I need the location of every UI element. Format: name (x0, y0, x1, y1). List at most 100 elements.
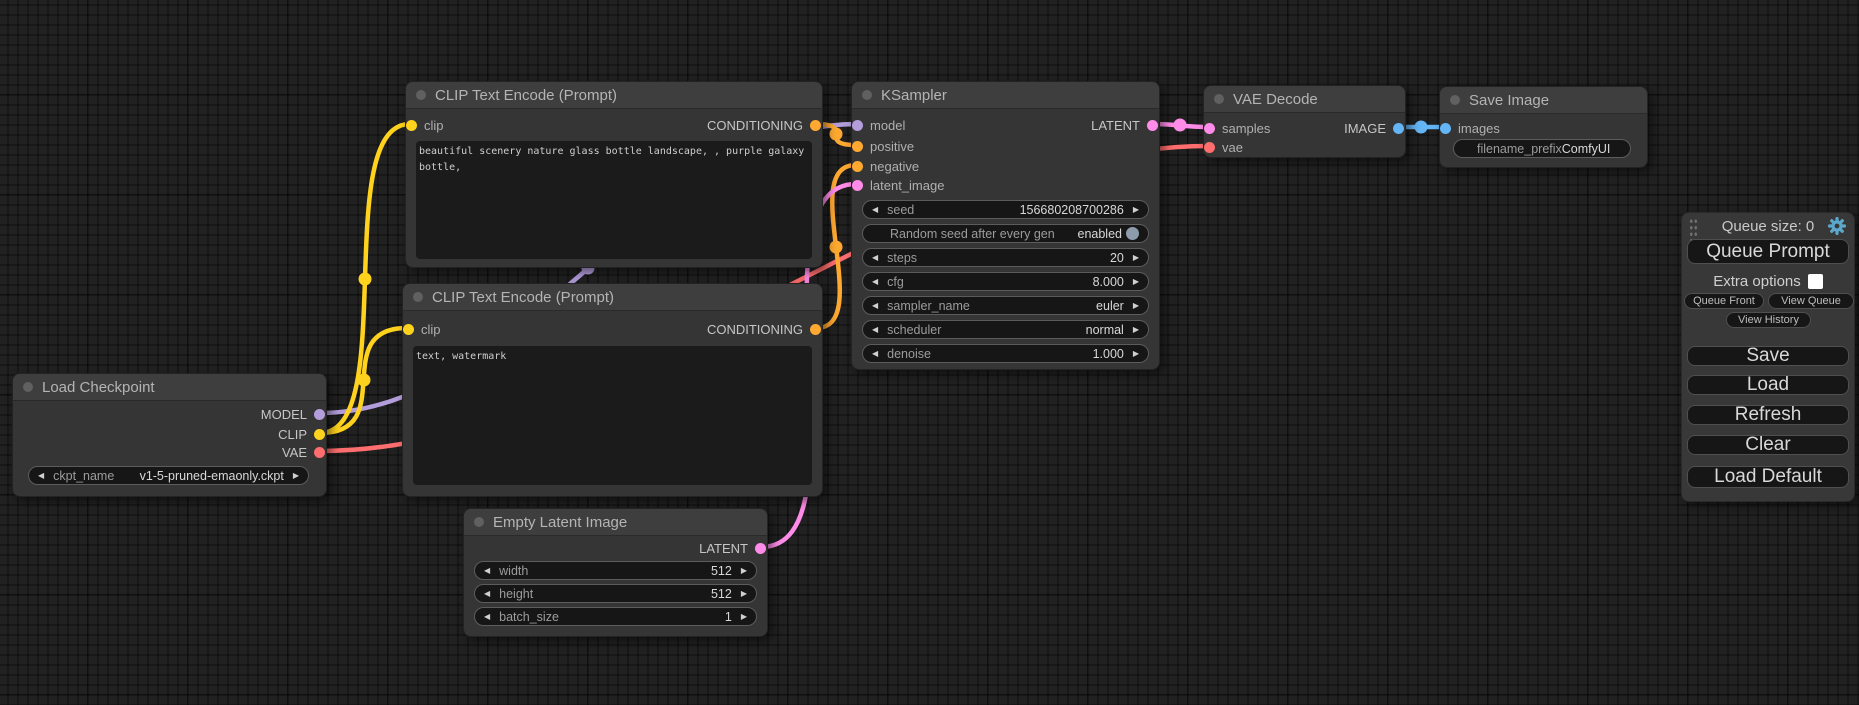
input-slot-negative[interactable] (852, 161, 863, 172)
collapse-dot-icon[interactable] (1450, 95, 1460, 105)
seed-widget[interactable]: ◀ seed 156680208700286 ▶ (862, 200, 1149, 219)
output-slot-latent[interactable] (1147, 120, 1158, 131)
output-slot-clip[interactable] (314, 429, 325, 440)
node-ksampler[interactable]: KSampler model positive negative latent_… (851, 81, 1160, 370)
decrement-arrow-icon[interactable]: ◀ (872, 206, 878, 214)
output-label-vae: VAE (282, 445, 307, 460)
save-button[interactable]: Save (1687, 346, 1849, 366)
sampler-name-widget[interactable]: ◀ sampler_name euler ▶ (862, 296, 1149, 315)
node-title: KSampler (881, 87, 947, 104)
wire-latent-out (1153, 124, 1208, 127)
input-slot-positive[interactable] (852, 141, 863, 152)
input-slot-clip[interactable] (406, 120, 417, 131)
node-vae-decode[interactable]: VAE Decode samples vae IMAGE (1203, 85, 1406, 158)
decrement-arrow-icon[interactable]: ◀ (872, 254, 878, 262)
decrement-arrow-icon[interactable]: ◀ (872, 350, 878, 358)
queue-size-label: Queue size: 0 (1722, 218, 1815, 235)
increment-arrow-icon[interactable]: ▶ (1133, 254, 1139, 262)
increment-arrow-icon[interactable]: ▶ (1133, 206, 1139, 214)
decrement-arrow-icon[interactable]: ◀ (484, 567, 490, 575)
width-widget[interactable]: ◀ width 512 ▶ (474, 561, 757, 580)
extra-options-checkbox[interactable] (1808, 274, 1823, 289)
output-label-clip: CLIP (278, 427, 307, 442)
increment-arrow-icon[interactable]: ▶ (1133, 302, 1139, 310)
node-save-image[interactable]: Save Image images filename_prefix ComfyU… (1439, 86, 1648, 168)
node-empty-latent-image[interactable]: Empty Latent Image LATENT ◀ width 512 ▶ … (463, 508, 768, 637)
settings-gear-icon[interactable] (1827, 216, 1847, 236)
increment-arrow-icon[interactable]: ▶ (741, 590, 747, 598)
output-label-model: MODEL (261, 407, 307, 422)
batch-size-widget[interactable]: ◀ batch_size 1 ▶ (474, 607, 757, 626)
load-default-button[interactable]: Load Default (1687, 466, 1849, 488)
output-slot-conditioning[interactable] (810, 120, 821, 131)
wire-clip-positive (320, 124, 410, 433)
input-slot-samples[interactable] (1204, 123, 1215, 134)
output-slot-conditioning[interactable] (810, 324, 821, 335)
input-slot-vae[interactable] (1204, 142, 1215, 153)
increment-arrow-icon[interactable]: ▶ (293, 472, 299, 480)
load-button[interactable]: Load (1687, 375, 1849, 395)
scheduler-widget[interactable]: ◀ scheduler normal ▶ (862, 320, 1149, 339)
output-slot-latent[interactable] (755, 543, 766, 554)
increment-arrow-icon[interactable]: ▶ (741, 567, 747, 575)
denoise-widget[interactable]: ◀ denoise 1.000 ▶ (862, 344, 1149, 363)
input-label-positive: positive (870, 139, 914, 154)
wire-clip-negative (320, 328, 407, 433)
link-dot (1415, 121, 1428, 134)
node-clip-text-encode-positive[interactable]: CLIP Text Encode (Prompt) clip CONDITION… (405, 81, 823, 268)
prompt-textarea[interactable]: text, watermark (413, 346, 812, 485)
node-title: Load Checkpoint (42, 379, 155, 396)
output-label-latent: LATENT (1091, 118, 1140, 133)
collapse-dot-icon[interactable] (1214, 94, 1224, 104)
output-label-image: IMAGE (1344, 121, 1386, 136)
decrement-arrow-icon[interactable]: ◀ (872, 302, 878, 310)
increment-arrow-icon[interactable]: ▶ (1133, 350, 1139, 358)
widget-label: ckpt_name (53, 469, 114, 483)
decrement-arrow-icon[interactable]: ◀ (484, 590, 490, 598)
input-label-latent-image: latent_image (870, 178, 944, 193)
output-slot-vae[interactable] (314, 447, 325, 458)
collapse-dot-icon[interactable] (862, 90, 872, 100)
queue-prompt-button[interactable]: Queue Prompt (1687, 239, 1849, 264)
extra-options-label: Extra options (1713, 273, 1801, 290)
collapse-dot-icon[interactable] (474, 517, 484, 527)
view-history-button[interactable]: View History (1726, 312, 1811, 328)
clear-button[interactable]: Clear (1687, 435, 1849, 455)
input-slot-clip[interactable] (403, 324, 414, 335)
increment-arrow-icon[interactable]: ▶ (1133, 278, 1139, 286)
collapse-dot-icon[interactable] (413, 292, 423, 302)
filename-prefix-widget[interactable]: filename_prefix ComfyUI (1453, 139, 1631, 158)
collapse-dot-icon[interactable] (23, 382, 33, 392)
link-dot (1174, 119, 1187, 132)
input-slot-latent-image[interactable] (852, 180, 863, 191)
height-widget[interactable]: ◀ height 512 ▶ (474, 584, 757, 603)
node-title: CLIP Text Encode (Prompt) (435, 87, 617, 104)
queue-front-button[interactable]: Queue Front (1684, 293, 1764, 309)
node-clip-text-encode-negative[interactable]: CLIP Text Encode (Prompt) clip CONDITION… (402, 283, 823, 497)
steps-widget[interactable]: ◀ steps 20 ▶ (862, 248, 1149, 267)
refresh-button[interactable]: Refresh (1687, 405, 1849, 425)
view-queue-button[interactable]: View Queue (1768, 293, 1854, 309)
input-slot-model[interactable] (852, 120, 863, 131)
decrement-arrow-icon[interactable]: ◀ (872, 278, 878, 286)
output-slot-model[interactable] (314, 409, 325, 420)
decrement-arrow-icon[interactable]: ◀ (484, 613, 490, 621)
decrement-arrow-icon[interactable]: ◀ (38, 472, 44, 480)
node-title: Empty Latent Image (493, 514, 627, 531)
node-graph-canvas[interactable]: Load Checkpoint MODEL CLIP VAE ◀ ckpt_na… (0, 0, 1859, 705)
random-seed-toggle-widget[interactable]: Random seed after every gen enabled (862, 224, 1149, 243)
ckpt-name-widget[interactable]: ◀ ckpt_name v1-5-pruned-emaonly.ckpt ▶ (28, 466, 309, 485)
input-label-negative: negative (870, 159, 919, 174)
collapse-dot-icon[interactable] (416, 90, 426, 100)
node-load-checkpoint[interactable]: Load Checkpoint MODEL CLIP VAE ◀ ckpt_na… (12, 373, 327, 497)
cfg-widget[interactable]: ◀ cfg 8.000 ▶ (862, 272, 1149, 291)
decrement-arrow-icon[interactable]: ◀ (872, 326, 878, 334)
output-label-conditioning: CONDITIONING (707, 322, 803, 337)
increment-arrow-icon[interactable]: ▶ (741, 613, 747, 621)
output-slot-image[interactable] (1393, 123, 1404, 134)
prompt-textarea[interactable]: beautiful scenery nature glass bottle la… (416, 141, 812, 259)
input-label-samples: samples (1222, 121, 1270, 136)
input-slot-images[interactable] (1440, 123, 1451, 134)
increment-arrow-icon[interactable]: ▶ (1133, 326, 1139, 334)
toggle-knob-icon[interactable] (1126, 227, 1139, 240)
